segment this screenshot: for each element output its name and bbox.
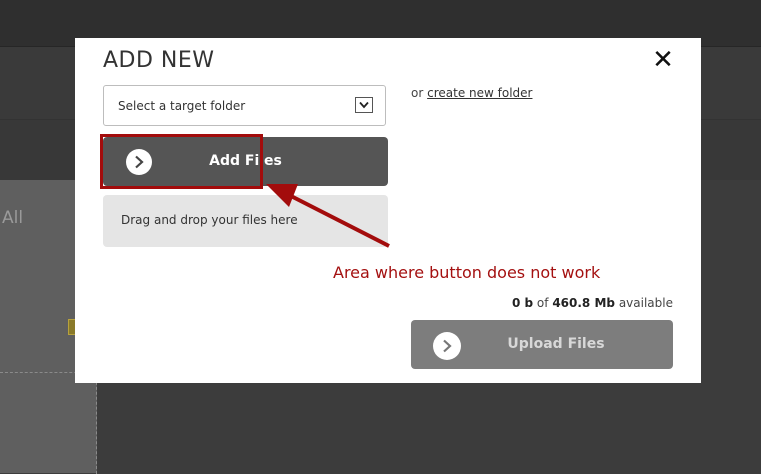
annotation-caption: Area where button does not work [333, 263, 601, 282]
annotation-arrow [266, 184, 390, 248]
